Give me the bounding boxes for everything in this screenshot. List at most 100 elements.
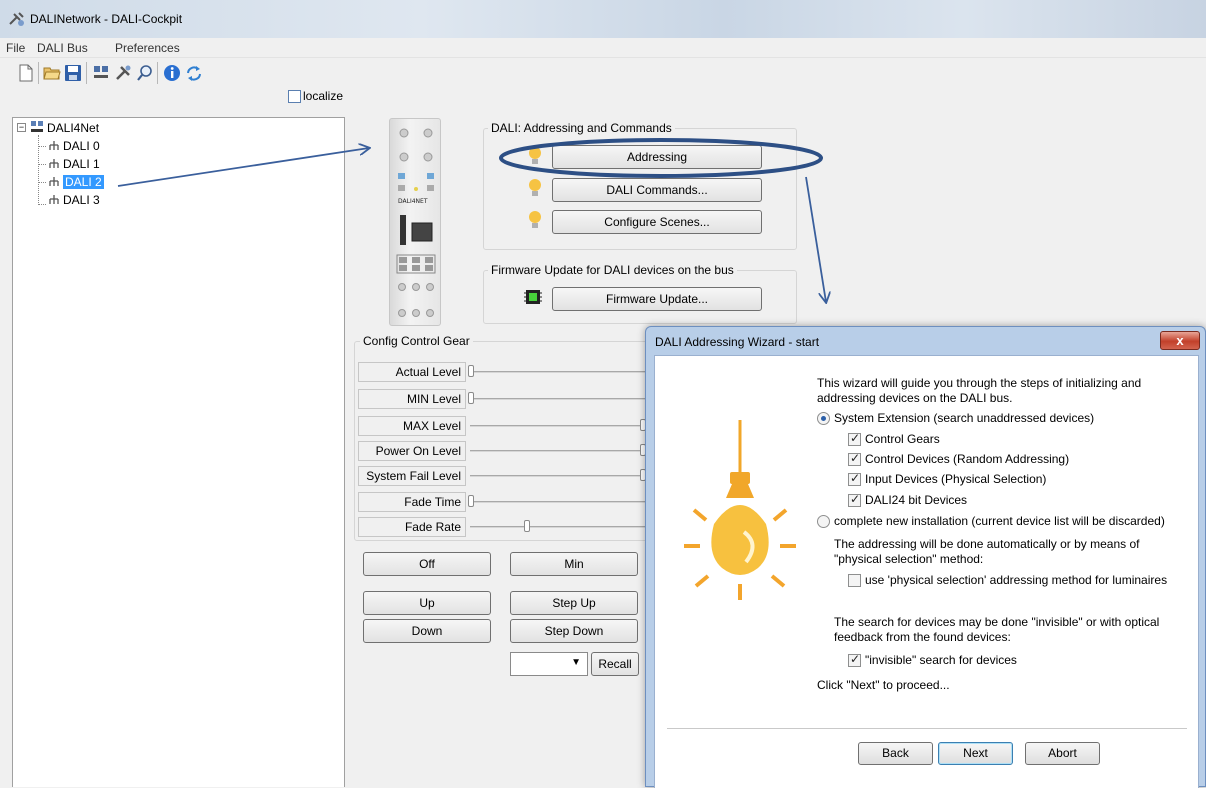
- max-level-slider[interactable]: [470, 425, 646, 427]
- toolbar-separator: [157, 62, 158, 84]
- next-button[interactable]: Next: [938, 742, 1013, 765]
- fade-time-label: Fade Time: [358, 492, 466, 512]
- physical-selection-checkbox[interactable]: [848, 574, 861, 587]
- control-devices-checkbox[interactable]: [848, 451, 861, 466]
- proceed-text: Click "Next" to proceed...: [817, 678, 950, 692]
- min-level-label: MIN Level: [358, 389, 466, 409]
- toolbar-separator: [86, 62, 87, 84]
- new-installation-radio[interactable]: [817, 515, 830, 528]
- system-extension-radio[interactable]: [817, 412, 830, 425]
- scene-select[interactable]: ▼: [510, 652, 588, 676]
- dialog-body: This wizard will guide you through the s…: [654, 355, 1199, 788]
- tree-item-dali-3[interactable]: DALI 3: [63, 193, 100, 207]
- open-icon[interactable]: [43, 64, 61, 82]
- control-gears-label: Control Gears: [865, 432, 940, 446]
- save-icon[interactable]: [64, 64, 82, 82]
- actual-level-slider[interactable]: [470, 371, 646, 373]
- network-tree[interactable]: − DALI4Net DALI 0 DALI 1 DALI 2 DALI 3: [12, 117, 345, 787]
- refresh-icon[interactable]: [185, 64, 203, 82]
- up-button[interactable]: Up: [363, 591, 491, 615]
- app-icon: [9, 12, 24, 26]
- window-title: DALINetwork - DALI-Cockpit: [30, 12, 183, 26]
- intro-text-line-2: addressing devices on the DALI bus.: [817, 391, 1013, 405]
- menu-preferences[interactable]: Preferences: [115, 41, 180, 55]
- configure-scenes-button[interactable]: Configure Scenes...: [552, 210, 762, 234]
- new-icon[interactable]: [17, 64, 35, 82]
- abort-button[interactable]: Abort: [1025, 742, 1100, 765]
- menu-dali-bus[interactable]: DALI Bus: [37, 41, 88, 55]
- collapse-toggle[interactable]: −: [17, 123, 26, 132]
- tree-connector: [38, 204, 46, 205]
- bus-node-icon: [49, 141, 59, 150]
- max-level-label: MAX Level: [358, 416, 466, 436]
- power-on-level-label: Power On Level: [358, 441, 466, 461]
- addressing-wizard-dialog: DALI Addressing Wizard - start x This wi…: [645, 326, 1206, 788]
- bus-node-icon: [49, 195, 59, 204]
- arrow-to-wizard: [805, 176, 826, 302]
- input-devices-label: Input Devices (Physical Selection): [865, 472, 1047, 486]
- system-fail-level-slider[interactable]: [470, 475, 646, 477]
- menu-file[interactable]: File: [6, 41, 25, 55]
- title-bar: DALINetwork - DALI-Cockpit: [0, 0, 1206, 38]
- addressing-text-line-2: "physical selection" method:: [834, 552, 984, 566]
- fade-time-thumb[interactable]: [468, 495, 474, 507]
- input-devices-checkbox[interactable]: [848, 471, 861, 486]
- invisible-search-checkbox[interactable]: [848, 652, 861, 667]
- bulb-icon: [529, 211, 541, 228]
- fade-rate-slider[interactable]: [470, 526, 646, 528]
- firmware-update-button[interactable]: Firmware Update...: [552, 287, 762, 311]
- localize-checkbox[interactable]: [288, 90, 301, 103]
- back-button[interactable]: Back: [858, 742, 933, 765]
- fade-time-slider[interactable]: [470, 501, 646, 503]
- tree-root-label[interactable]: DALI4Net: [47, 121, 99, 135]
- tree-connector: [38, 146, 46, 147]
- power-on-level-slider[interactable]: [470, 450, 646, 452]
- config-gear-title: Config Control Gear: [360, 334, 473, 348]
- annotation-ellipse: [499, 138, 823, 178]
- min-button[interactable]: Min: [510, 552, 638, 576]
- dali24-checkbox[interactable]: [848, 492, 861, 507]
- bus-node-icon: [49, 159, 59, 168]
- bus-icon[interactable]: [92, 64, 110, 82]
- tree-item-dali-1[interactable]: DALI 1: [63, 157, 100, 171]
- actual-level-label: Actual Level: [358, 362, 466, 382]
- info-icon[interactable]: [163, 64, 181, 82]
- search-icon[interactable]: [136, 64, 154, 82]
- tree-connector: [38, 182, 46, 183]
- system-fail-level-label: System Fail Level: [358, 466, 466, 486]
- search-text-line-1: The search for devices may be done "invi…: [834, 615, 1160, 629]
- physical-selection-label: use 'physical selection' addressing meth…: [865, 573, 1168, 587]
- control-gears-checkbox[interactable]: [848, 431, 861, 446]
- fade-rate-label: Fade Rate: [358, 517, 466, 537]
- menu-bar: File DALI Bus Preferences: [0, 38, 1206, 58]
- chevron-down-icon: ▼: [571, 657, 581, 668]
- lightbulb-icon: [684, 420, 796, 600]
- intro-text-line-1: This wizard will guide you through the s…: [817, 376, 1142, 390]
- addressing-group-title: DALI: Addressing and Commands: [488, 121, 675, 135]
- close-button[interactable]: x: [1160, 331, 1200, 350]
- firmware-group-title: Firmware Update for DALI devices on the …: [488, 263, 737, 277]
- fade-rate-thumb[interactable]: [524, 520, 530, 532]
- new-installation-label: complete new installation (current devic…: [834, 514, 1165, 528]
- step-up-button[interactable]: Step Up: [510, 591, 638, 615]
- system-extension-label: System Extension (search unaddressed dev…: [834, 411, 1095, 425]
- bus-node-icon: [49, 177, 59, 186]
- tools-icon[interactable]: [114, 64, 132, 82]
- min-level-thumb[interactable]: [468, 392, 474, 404]
- down-button[interactable]: Down: [363, 619, 491, 643]
- search-text-line-2: feedback from the found devices:: [834, 630, 1011, 644]
- tree-item-dali-0[interactable]: DALI 0: [63, 139, 100, 153]
- tree-item-dali-2-selected[interactable]: DALI 2: [63, 175, 104, 189]
- addressing-text-line-1: The addressing will be done automaticall…: [834, 537, 1140, 551]
- device-image: DALI4NET: [389, 118, 441, 326]
- tree-connector: [38, 164, 46, 165]
- min-level-slider[interactable]: [470, 398, 646, 400]
- off-button[interactable]: Off: [363, 552, 491, 576]
- dialog-title: DALI Addressing Wizard - start: [655, 335, 820, 349]
- dali4net-device-icon: DALI4NET: [396, 128, 436, 317]
- dialog-divider: [667, 728, 1187, 729]
- chip-icon: [524, 290, 542, 304]
- actual-level-thumb[interactable]: [468, 365, 474, 377]
- recall-button[interactable]: Recall: [591, 652, 639, 676]
- step-down-button[interactable]: Step Down: [510, 619, 638, 643]
